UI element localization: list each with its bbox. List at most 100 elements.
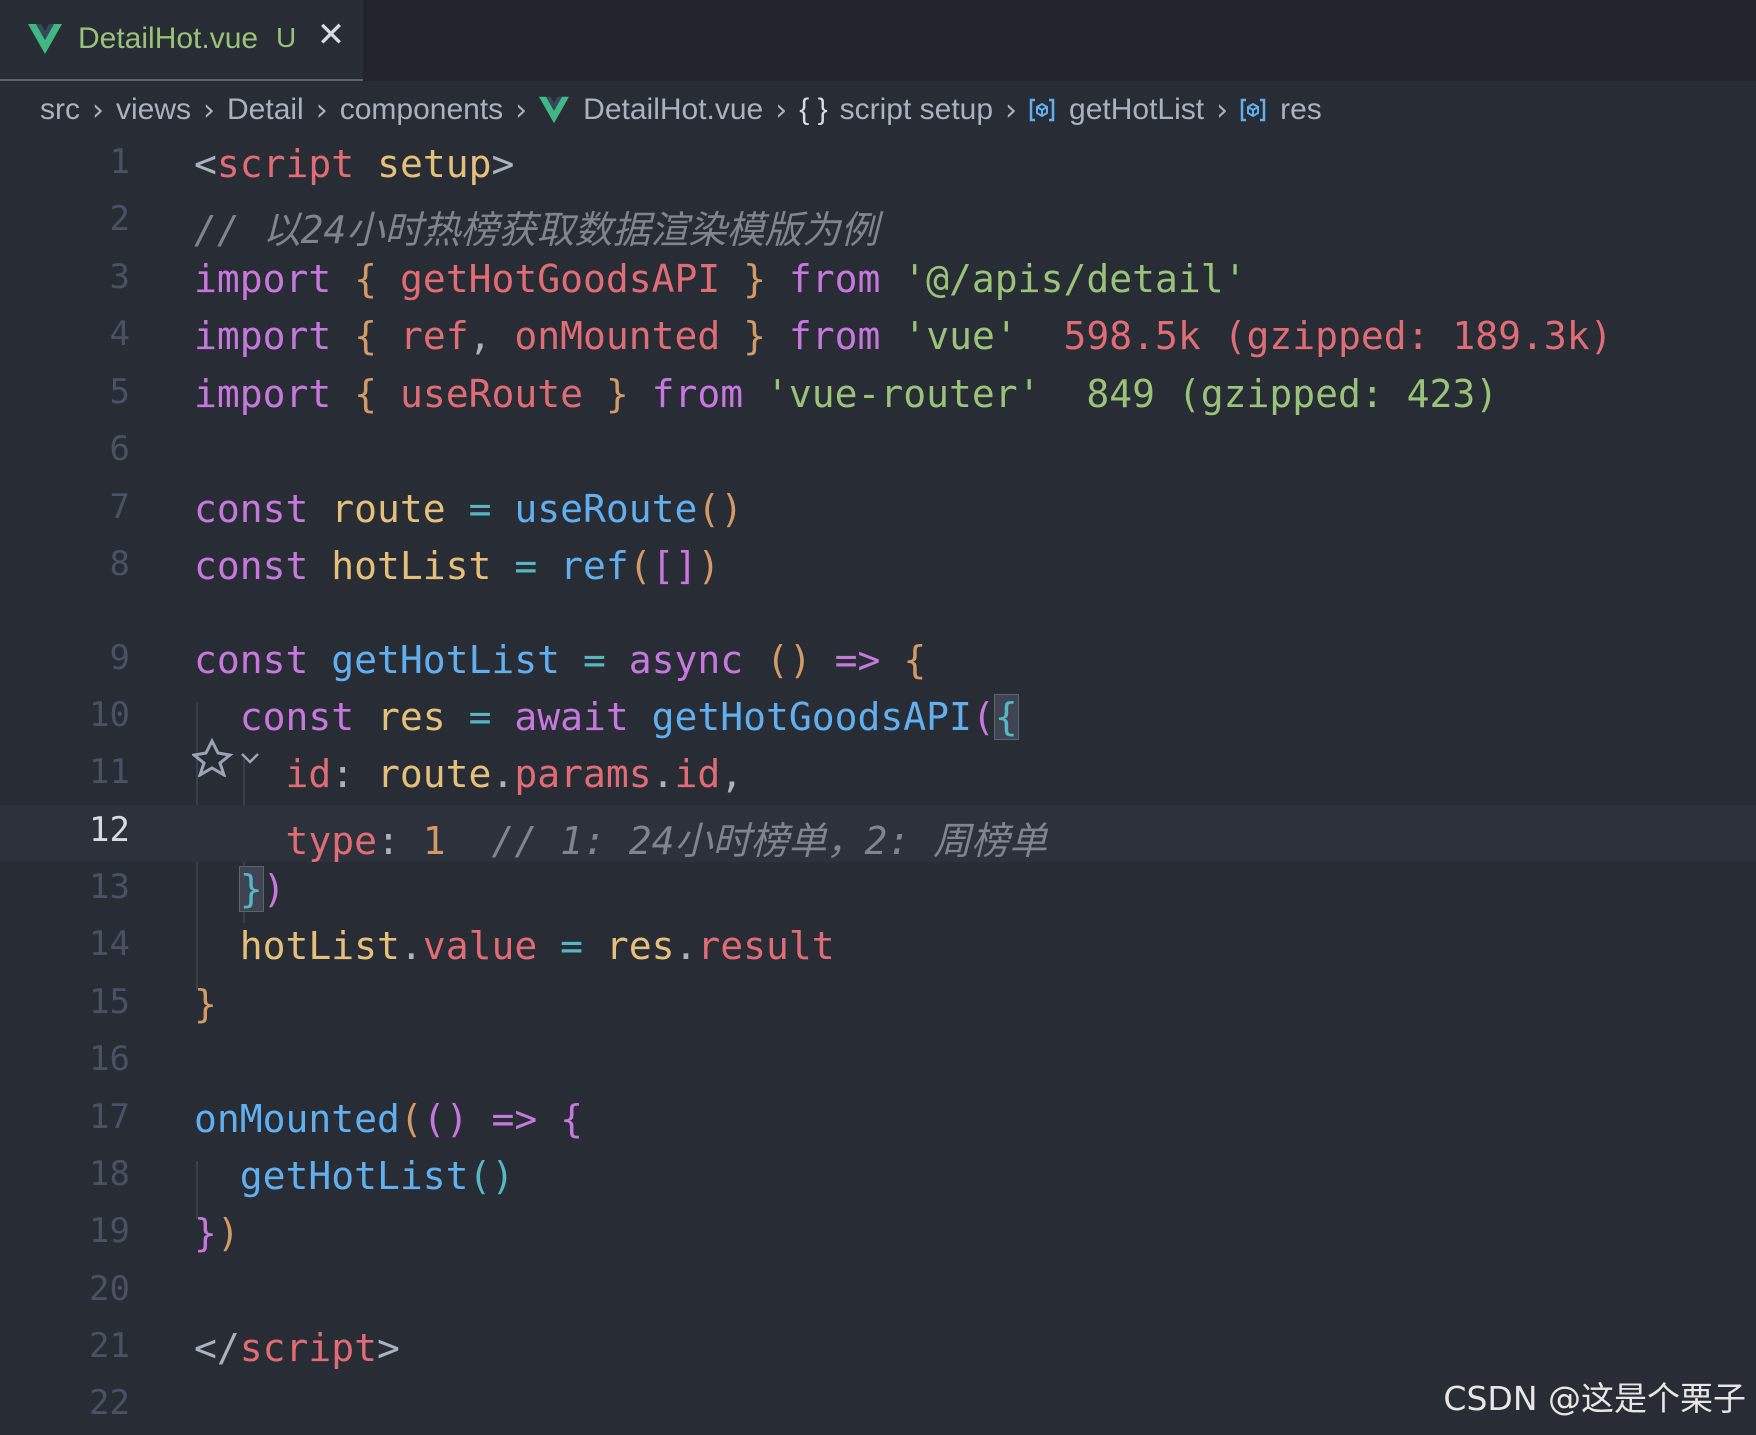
code-line[interactable]: 16 <box>0 1034 1756 1091</box>
variable-symbol-icon <box>1240 98 1266 122</box>
token: hotList <box>331 544 492 588</box>
token: . <box>399 924 423 968</box>
watermark: CSDN @这是个栗子 <box>1443 1379 1746 1418</box>
line-number: 13 <box>89 867 130 907</box>
code-line[interactable]: 12 type: 1 // 1: 24小时榜单，2: 周榜单 <box>0 805 1756 865</box>
code-line[interactable]: 2 // 以24小时热榜获取数据渲染模版为例 <box>0 194 1756 254</box>
token: : <box>377 819 423 863</box>
code-line[interactable]: 18 getHotList() <box>0 1149 1756 1206</box>
code-line[interactable]: 1 <script setup> <box>0 137 1756 194</box>
line-number: 4 <box>109 314 130 354</box>
breadcrumb-views[interactable]: views <box>116 93 191 127</box>
token: < <box>194 142 217 186</box>
code-line[interactable]: 13 }) <box>0 862 1756 919</box>
token: = <box>514 544 538 588</box>
token: const <box>194 544 309 588</box>
token: { <box>354 372 378 416</box>
breadcrumb-src[interactable]: src <box>40 93 80 127</box>
code-line[interactable]: 7 const route = useRoute() <box>0 482 1756 539</box>
chevron-right-icon: › <box>775 92 788 128</box>
code-line[interactable]: 17 onMounted(() => { <box>0 1092 1756 1149</box>
token: from <box>788 314 881 358</box>
code-text: }) <box>194 866 286 912</box>
editor-tab[interactable]: DetailHot.vue U ✕ <box>0 0 363 81</box>
code-text: const res = await getHotGoodsAPI({ <box>194 694 1019 740</box>
code-text: type: 1 // 1: 24小时榜单，2: 周榜单 <box>194 810 1048 865</box>
breadcrumb-detail[interactable]: Detail <box>227 93 304 127</box>
code-line[interactable]: 10 const res = await getHotGoodsAPI({ <box>0 690 1756 747</box>
code-line[interactable]: 20 <box>0 1264 1756 1321</box>
code-line[interactable]: 21 </script> <box>0 1321 1756 1378</box>
code-line[interactable]: 5 import { useRoute } from 'vue-router' 8… <box>0 367 1756 424</box>
line-number: 3 <box>109 257 130 297</box>
token: await <box>514 695 629 739</box>
token: = <box>468 487 492 531</box>
code-line[interactable]: 6 <box>0 424 1756 481</box>
breadcrumb-gethotlist[interactable]: getHotList <box>1069 93 1204 127</box>
code-line[interactable]: 15} <box>0 977 1756 1034</box>
token: , <box>468 314 515 358</box>
token: onMounted <box>514 314 744 358</box>
token: 'vue-router' <box>766 372 1041 416</box>
token: value <box>422 924 538 968</box>
chevron-right-icon: › <box>203 92 216 128</box>
token: id <box>674 752 721 796</box>
code-text: </script> <box>194 1326 400 1370</box>
code-line[interactable]: 19}) <box>0 1206 1756 1263</box>
token: import <box>194 314 332 358</box>
code-line[interactable]: 9 const getHotList = async () => { <box>0 633 1756 690</box>
line-number: 6 <box>109 429 130 469</box>
token: 598.5k (gzipped: 189.3k) <box>1017 314 1613 358</box>
code-text: const hotList = ref([]) <box>194 544 720 588</box>
code-line[interactable]: 3 import { getHotGoodsAPI } from '@/apis/… <box>0 252 1756 309</box>
tab-bar: DetailHot.vue U ✕ <box>0 0 1756 81</box>
breadcrumb-components[interactable]: components <box>340 93 503 127</box>
close-icon[interactable]: ✕ <box>314 18 348 52</box>
chevron-right-icon: › <box>315 92 328 128</box>
code-line[interactable]: 11 id: route.params.id, <box>0 747 1756 804</box>
token: const <box>239 695 355 739</box>
token: route <box>331 487 446 531</box>
line-number: 22 <box>89 1383 130 1423</box>
breadcrumb-file[interactable]: DetailHot.vue <box>583 93 763 127</box>
token: res <box>377 695 446 739</box>
code-text: hotList.value = res.result <box>194 924 835 968</box>
token: ( <box>971 695 995 739</box>
breadcrumb-script-setup[interactable]: script setup <box>840 93 993 127</box>
token: script <box>216 142 355 186</box>
token: } <box>238 866 264 912</box>
token: () <box>422 1097 469 1141</box>
code-text: import { useRoute } from 'vue-router' 84… <box>194 372 1498 416</box>
token: { <box>354 257 378 301</box>
token: from <box>651 372 744 416</box>
code-text: // 以24小时热榜获取数据渲染模版为例 <box>194 199 878 254</box>
token: } <box>605 372 629 416</box>
token: = <box>582 638 606 682</box>
code-line[interactable]: 8 const hotList = ref([]) <box>0 539 1756 596</box>
token: getHotList <box>331 638 561 682</box>
code-text: import { ref, onMounted } from 'vue' 598… <box>194 314 1613 358</box>
code-line[interactable]: 14 hotList.value = res.result <box>0 919 1756 976</box>
breadcrumb-res[interactable]: res <box>1280 93 1322 127</box>
line-number: 15 <box>89 982 130 1022</box>
line-number: 12 <box>89 810 130 850</box>
token: hotList <box>239 924 400 968</box>
token: // 1: 24小时榜单，2: 周榜单 <box>491 819 1048 863</box>
line-number: 2 <box>109 199 130 239</box>
code-line[interactable]: 4 import { ref, onMounted } from 'vue' 59… <box>0 309 1756 366</box>
breadcrumb: src › views › Detail › components › Deta… <box>0 88 1756 132</box>
token: 'vue' <box>903 314 1018 358</box>
